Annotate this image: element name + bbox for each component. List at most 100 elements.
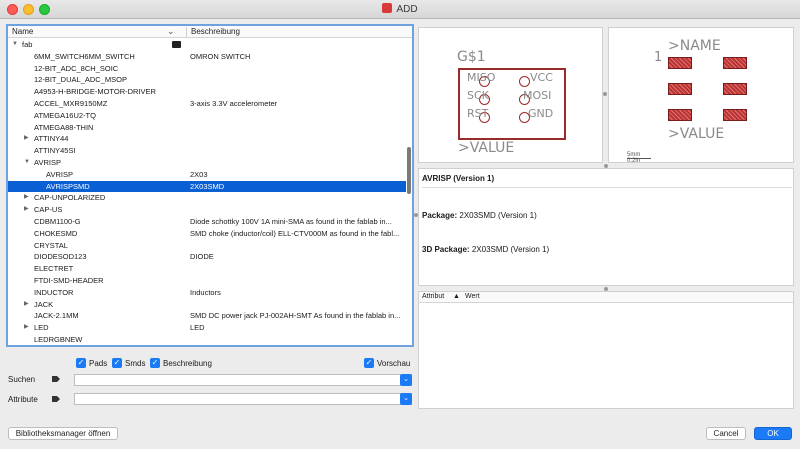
library-tree[interactable]: Name ⌄ Beschreibung ▼ fab 6MM_SWITCH6MM_SW… xyxy=(6,24,414,347)
tree-row-name: CHOKESMD xyxy=(34,228,78,238)
window-title: ADD xyxy=(0,3,800,15)
tree-row[interactable]: ▶ LED LED xyxy=(8,322,406,334)
tree-row-name: DIODESOD123 xyxy=(34,252,87,262)
tag-icon[interactable] xyxy=(52,395,60,403)
tree-row[interactable]: LEDRGBNEW xyxy=(8,334,406,345)
tree-row-description: Inductors xyxy=(190,287,221,297)
pads-label: Pads xyxy=(89,359,108,368)
checkmark-icon: ✓ xyxy=(150,358,160,368)
cancel-button[interactable]: Cancel xyxy=(706,427,746,440)
tree-row[interactable]: ▼ AVRISP xyxy=(8,157,406,169)
symbol-preview: G$1 MISO SCK RST VCC MOSI GND >VALUE xyxy=(418,27,603,163)
tree-row-name: ATTINY44 xyxy=(34,134,69,144)
tree-row[interactable]: ATMEGA88-THIN xyxy=(8,122,406,134)
attribute-label: Attribute xyxy=(8,395,38,404)
tree-row[interactable]: DIODESOD123 DIODE xyxy=(8,251,406,263)
pin-label-miso: MISO xyxy=(467,71,496,84)
tree-row[interactable]: ACCEL_MXR9150MZ 3-axis 3.3V accelerometer xyxy=(8,98,406,110)
tree-row[interactable]: ▶ CAP-US xyxy=(8,204,406,216)
pin-label-rst: RST xyxy=(467,107,489,120)
tree-row[interactable]: ATTINY45SI xyxy=(8,145,406,157)
symbol-body: MISO SCK RST VCC MOSI GND xyxy=(458,68,566,140)
tree-row[interactable]: INDUCTOR Inductors xyxy=(8,287,406,299)
tree-row[interactable]: ▼ fab xyxy=(8,39,406,51)
footprint-value: >VALUE xyxy=(668,126,725,142)
preview-label: Vorschau xyxy=(377,359,411,368)
splitter-handle[interactable] xyxy=(603,92,607,96)
tree-row[interactable]: ▶ CAP-UNPOLARIZED xyxy=(8,192,406,204)
tree-row-name: 12-BIT_ADC_8CH_SOIC xyxy=(34,63,119,73)
tree-row-name: JACK xyxy=(34,299,54,309)
checkmark-icon: ✓ xyxy=(112,358,122,368)
tree-row-name: CAP-US xyxy=(34,205,63,215)
tree-row[interactable]: ELECTRET xyxy=(8,263,406,275)
sort-ascending-icon[interactable]: ▲ xyxy=(453,293,460,300)
search-label: Suchen xyxy=(8,375,36,384)
tree-row[interactable]: AVRISPSMD 2X03SMD xyxy=(8,180,406,193)
sort-chevron-icon[interactable]: ⌄ xyxy=(167,26,175,37)
ok-button[interactable]: OK xyxy=(754,427,792,440)
tree-row-name: LEDRGBNEW xyxy=(34,334,83,344)
collapsed-arrow-icon[interactable]: ▶ xyxy=(24,299,29,311)
tree-row-name: CAP-UNPOLARIZED xyxy=(34,193,106,203)
attributes-header: Attribut ▲ Wert xyxy=(419,292,793,303)
collapsed-arrow-icon[interactable]: ▶ xyxy=(24,322,29,334)
smd-pad xyxy=(668,83,692,95)
tree-row[interactable]: LEDRGBOLD OSRAM xyxy=(8,346,406,347)
tree-row[interactable]: ▶ JACK xyxy=(8,299,406,311)
collapsed-arrow-icon[interactable]: ▶ xyxy=(24,133,29,145)
collapsed-arrow-icon[interactable]: ▶ xyxy=(24,192,29,204)
footprint-name: >NAME xyxy=(668,38,721,54)
library-icon xyxy=(172,41,181,48)
tree-scrollbar[interactable] xyxy=(407,147,411,194)
scale-bar: 5mm 0.2in xyxy=(627,152,651,164)
chevron-down-icon[interactable]: ⌄ xyxy=(400,374,412,386)
tree-row[interactable]: 12-BIT_ADC_8CH_SOIC xyxy=(8,63,406,75)
info-panel: AVRISP (Version 1) Package: 2X03SMD (Ver… xyxy=(418,168,794,286)
search-input[interactable]: ⌄ xyxy=(74,374,412,386)
checkmark-icon: ✓ xyxy=(364,358,374,368)
tree-row-description: SMD choke (inductor/coil) ELL-CTV000M as… xyxy=(190,228,400,238)
tree-row[interactable]: 6MM_SWITCH6MM_SWITCH OMRON SWITCH xyxy=(8,51,406,63)
package3d-label: 3D Package: xyxy=(422,245,470,254)
pin-marker xyxy=(519,76,530,87)
tree-row-name: AVRISP xyxy=(46,169,73,179)
title-bar: ADD xyxy=(0,0,800,19)
tree-row[interactable]: CDBM1100-G Diode schottky 100V 1A mini-SM… xyxy=(8,216,406,228)
tree-row[interactable]: ATMEGA16U2-TQ xyxy=(8,110,406,122)
tree-row-name: fab xyxy=(22,40,33,49)
tree-row-name: A4953-H-BRIDGE-MOTOR-DRIVER xyxy=(34,87,156,97)
collapsed-arrow-icon[interactable]: ▶ xyxy=(24,204,29,216)
tree-row[interactable]: 12-BIT_DUAL_ADC_MSOP xyxy=(8,74,406,86)
column-header-description[interactable]: Beschreibung xyxy=(191,27,240,36)
tree-row-name: LED xyxy=(34,323,49,333)
pin-label-gnd: GND xyxy=(528,107,554,120)
library-manager-button[interactable]: Bibliotheksmanager öffnen xyxy=(8,427,118,440)
tree-row[interactable]: AVRISP 2X03 xyxy=(8,169,406,181)
tree-row[interactable]: CHOKESMD SMD choke (inductor/coil) ELL-CT… xyxy=(8,228,406,240)
footprint-preview: >NAME 1 >VALUE 5mm 0.2in xyxy=(608,27,794,164)
tag-icon[interactable] xyxy=(52,375,60,383)
tree-row[interactable]: ▶ ATTINY44 xyxy=(8,133,406,145)
chevron-down-icon[interactable]: ⌄ xyxy=(400,393,412,405)
device-title: AVRISP (Version 1) xyxy=(422,174,495,183)
column-header-name[interactable]: Name xyxy=(12,27,33,36)
smd-pad xyxy=(723,57,747,69)
symbol-value: >VALUE xyxy=(458,140,515,156)
tree-row-name: ACCEL_MXR9150MZ xyxy=(34,98,108,108)
tree-row-name: ATMEGA16U2-TQ xyxy=(34,110,96,120)
tree-row[interactable]: CRYSTAL xyxy=(8,240,406,252)
column-header-value[interactable]: Wert xyxy=(465,293,480,300)
expanded-arrow-icon[interactable]: ▼ xyxy=(12,39,18,51)
tree-row[interactable]: A4953-H-BRIDGE-MOTOR-DRIVER xyxy=(8,86,406,98)
column-header-attribute[interactable]: Attribut xyxy=(422,293,444,300)
description-label: Beschreibung xyxy=(163,359,212,368)
expanded-arrow-icon[interactable]: ▼ xyxy=(24,157,30,169)
tree-row[interactable]: FTDI-SMD-HEADER xyxy=(8,275,406,287)
tree-row-description: OSRAM xyxy=(190,346,404,347)
tree-row-name: INDUCTOR xyxy=(34,287,74,297)
tree-row-description: LED xyxy=(190,323,205,333)
tree-row[interactable]: JACK-2.1MM SMD DC power jack PJ-002AH-SMT… xyxy=(8,310,406,322)
attribute-input[interactable]: ⌄ xyxy=(74,393,412,405)
pin-one-label: 1 xyxy=(654,50,663,65)
